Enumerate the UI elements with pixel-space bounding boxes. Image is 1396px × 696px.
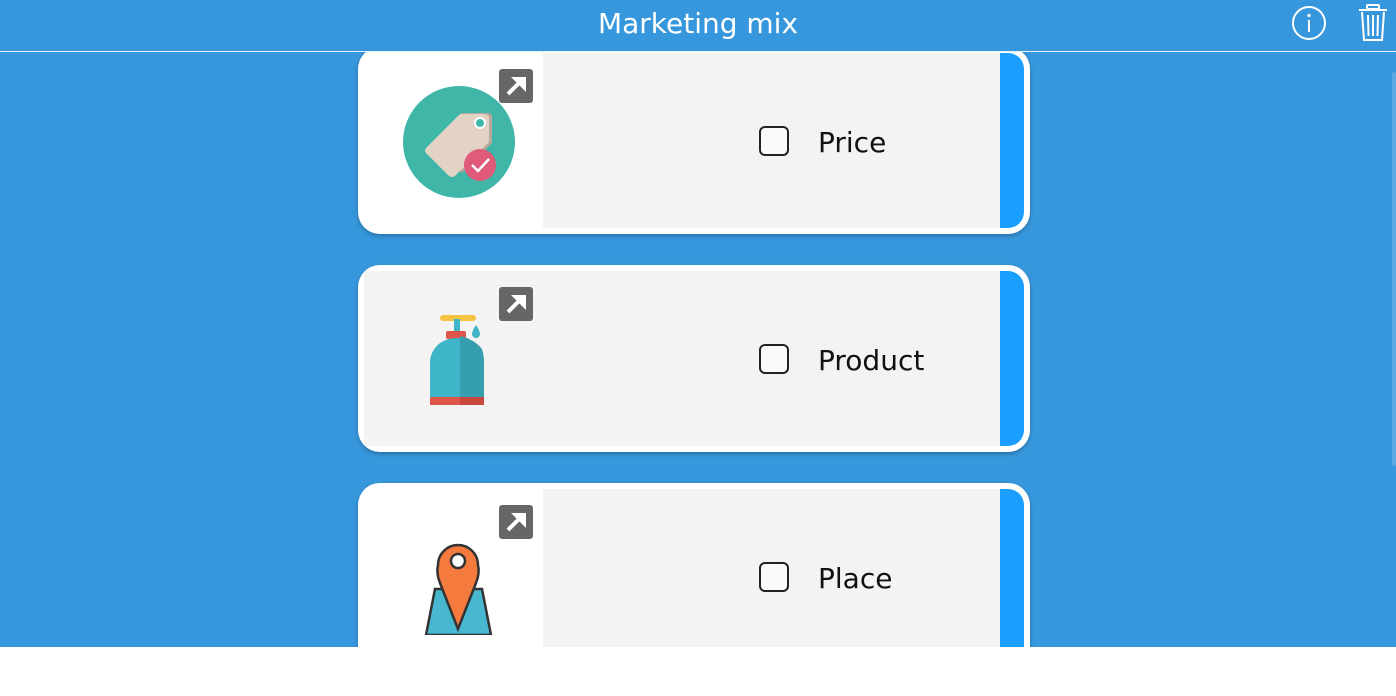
card-label-area[interactable]: Place: [543, 489, 1000, 647]
card-image-area: [364, 53, 543, 228]
scrollbar[interactable]: [1392, 72, 1396, 466]
card-accent-stripe: [1000, 489, 1024, 647]
card-price: Price: [358, 52, 1030, 234]
card-label-area[interactable]: Product: [543, 271, 1000, 446]
card-label[interactable]: Product: [818, 343, 924, 379]
checkbox-place[interactable]: [759, 562, 789, 592]
card-product: Product: [358, 265, 1030, 452]
expand-icon[interactable]: [499, 69, 533, 103]
card-label[interactable]: Price: [818, 125, 886, 161]
card-image-area: [364, 489, 543, 647]
card-accent-stripe: [1000, 53, 1024, 228]
app-header: Marketing mix: [0, 0, 1396, 52]
card-place: Place: [358, 483, 1030, 647]
page-title: Marketing mix: [597, 7, 799, 40]
expand-icon[interactable]: [499, 287, 533, 321]
card-image-area: [364, 271, 543, 446]
checkbox-product[interactable]: [759, 344, 789, 374]
card-label[interactable]: Place: [818, 561, 892, 597]
card-label-area[interactable]: Price: [543, 53, 1000, 228]
checkbox-price[interactable]: [759, 126, 789, 156]
info-icon[interactable]: [1290, 4, 1328, 42]
trash-icon[interactable]: [1356, 3, 1390, 43]
expand-icon[interactable]: [499, 505, 533, 539]
card-list[interactable]: Price Product Place: [0, 52, 1396, 647]
card-accent-stripe: [1000, 271, 1024, 446]
